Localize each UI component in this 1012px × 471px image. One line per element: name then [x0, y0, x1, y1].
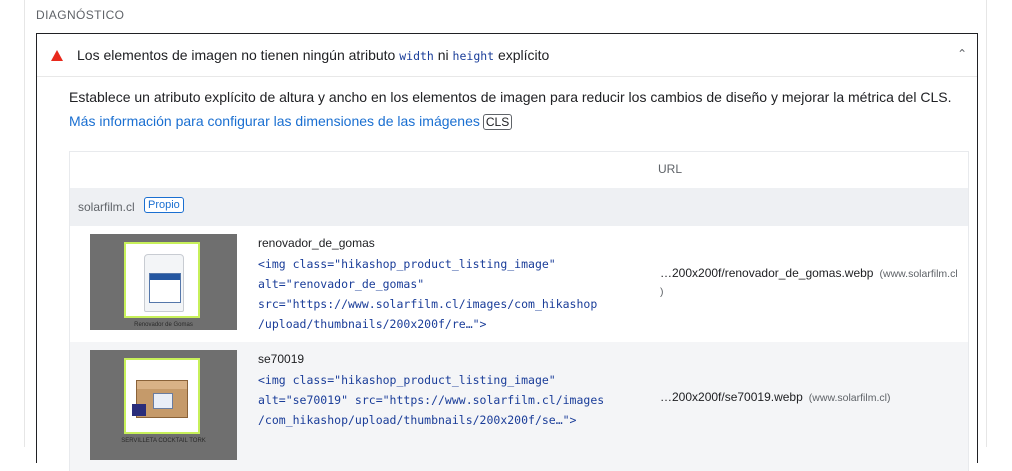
chevron-up-icon[interactable]: ⌄	[957, 46, 967, 60]
carton-top	[137, 381, 187, 389]
small-pack-picture	[132, 404, 146, 416]
thumbnail-caption: Renovador de Gomas	[134, 322, 193, 328]
resource-url[interactable]: …200x200f/se70019.webp (www.solarfilm.cl)	[660, 390, 890, 404]
node-label: renovador_de_gomas	[258, 236, 375, 250]
url-host: (www.solarfilm.cl)	[808, 392, 891, 404]
learn-more: Más información para configurar las dime…	[69, 113, 513, 130]
code-height: height	[452, 49, 495, 63]
column-header-url: URL	[658, 162, 683, 176]
url-path: …200x200f/renovador_de_gomas.webp	[660, 266, 874, 280]
url-path: …200x200f/se70019.webp	[660, 390, 803, 404]
highlighted-image-box	[124, 358, 200, 434]
audit-title-text-middle: ni	[433, 47, 453, 63]
audit-header[interactable]: Los elementos de imagen no tienen ningún…	[37, 34, 977, 77]
audit-title-text: Los elementos de imagen no tienen ningún…	[77, 47, 400, 63]
thumbnail-caption: SERVILLETA COCKTAIL TORK	[121, 438, 206, 444]
highlighted-image-box	[124, 242, 200, 318]
url-host: (www.solarfilm.cl	[879, 268, 958, 280]
table-group-row: solarfilm.cl Propio	[70, 188, 968, 226]
details-table: URL solarfilm.cl Propio Renovador de Gom…	[69, 151, 969, 471]
jug-product-picture	[144, 254, 184, 312]
audit-description: Establece un atributo explícito de altur…	[69, 89, 952, 105]
table-row: Renovador de Gomas renovador_de_gomas <i…	[70, 226, 968, 342]
node-snippet[interactable]: <img class="hikashop_product_listing_ima…	[258, 370, 604, 430]
page-left-border	[24, 0, 25, 447]
url-host-close: )	[660, 286, 664, 298]
group-name: solarfilm.cl	[78, 200, 135, 214]
page-right-border	[986, 0, 987, 447]
audit-panel: Los elementos de imagen no tienen ningún…	[36, 33, 978, 471]
warning-triangle-icon	[51, 50, 63, 61]
thumbnail-image[interactable]: Renovador de Gomas	[90, 234, 237, 330]
cls-badge: CLS	[482, 114, 513, 130]
first-party-badge: Propio	[144, 197, 184, 213]
resource-url[interactable]: …200x200f/renovador_de_gomas.webp (www.so…	[660, 266, 958, 280]
code-width: width	[399, 49, 434, 63]
jug-label-band	[150, 274, 180, 280]
section-title: DIAGNÓSTICO	[36, 8, 125, 22]
node-snippet[interactable]: <img class="hikashop_product_listing_ima…	[258, 254, 597, 334]
carton-label	[153, 393, 173, 409]
audit-title[interactable]: Los elementos de imagen no tienen ningún…	[77, 47, 549, 63]
learn-more-link[interactable]: Más información para configurar las dime…	[69, 113, 480, 129]
thumbnail-image[interactable]: SERVILLETA COCKTAIL TORK	[90, 350, 237, 460]
audit-title-text-suffix: explícito	[494, 47, 550, 63]
jug-label	[149, 273, 181, 303]
table-row: SERVILLETA COCKTAIL TORK se70019 <img cl…	[70, 342, 968, 471]
node-label: se70019	[258, 352, 305, 366]
